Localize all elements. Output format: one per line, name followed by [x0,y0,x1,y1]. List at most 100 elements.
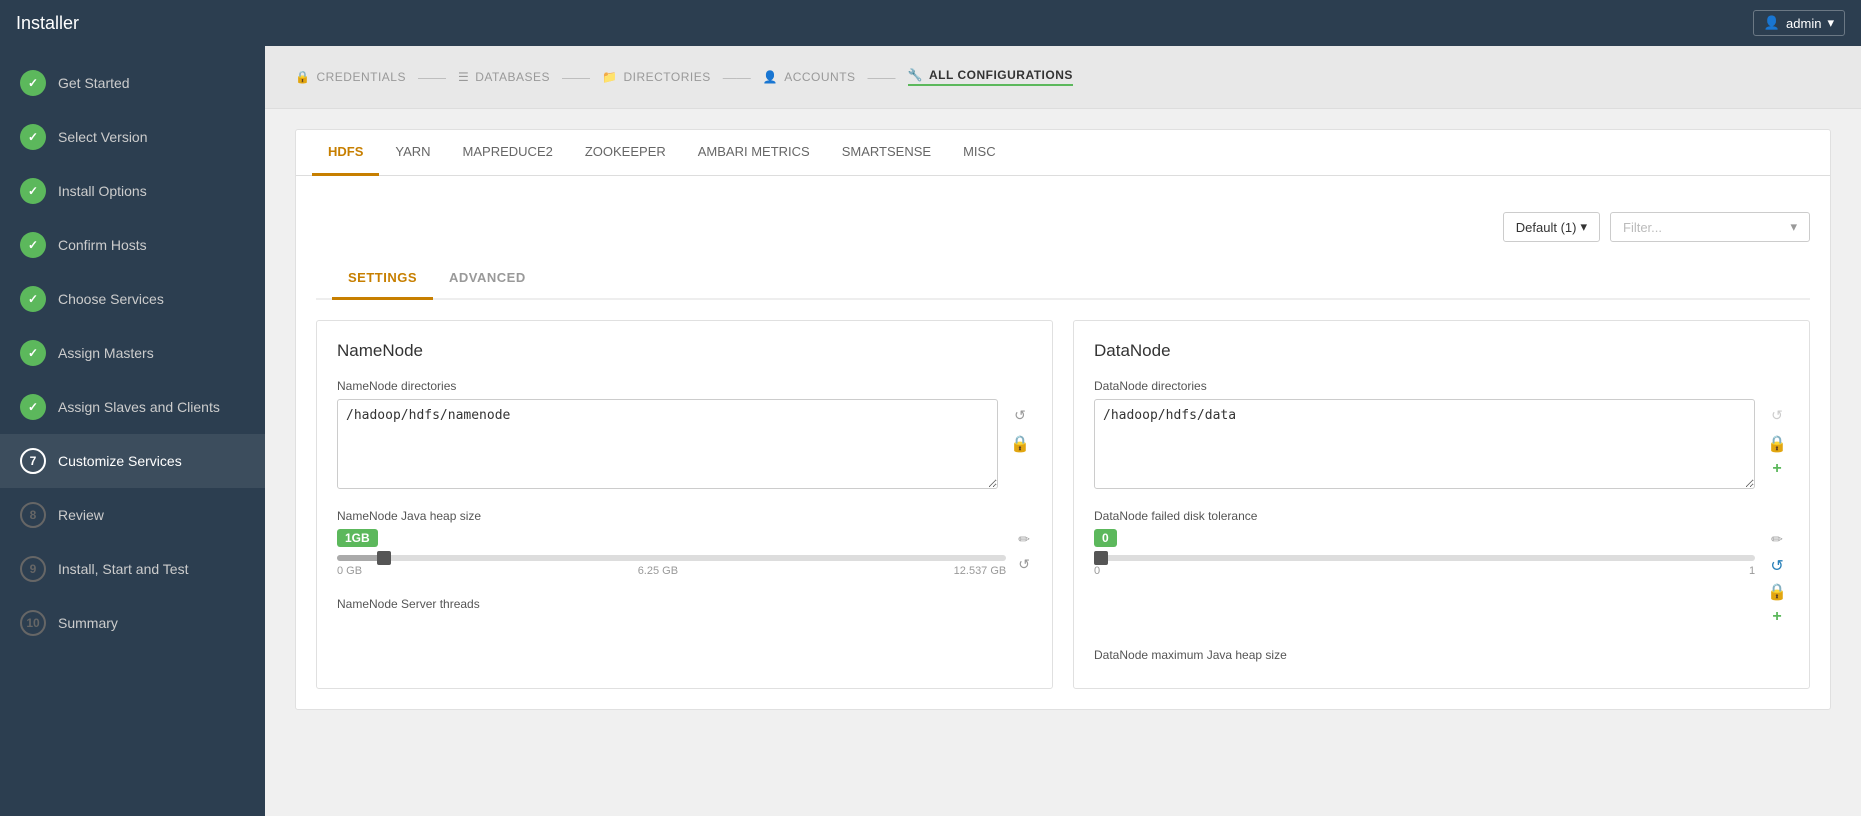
content-area: HDFS YARN MAPREDUCE2 ZOOKEEPER AMBARI ME… [265,109,1861,730]
group-dropdown-label: Default (1) [1516,220,1577,235]
step-circle-customize-services: 7 [20,448,46,474]
namenode-heap-badge: 1GB [337,529,378,547]
datanode-dir-actions: ↺ 🔒 + [1765,399,1789,480]
datanode-disk-thumb[interactable] [1094,551,1108,565]
tab-mapreduce2[interactable]: MAPREDUCE2 [447,130,569,176]
namenode-heap-controls: ✏ ↺ [1016,529,1032,575]
sidebar-label-review: Review [58,507,104,523]
step-circle-choose-services: ✓ [20,286,46,312]
sidebar-label-assign-masters: Assign Masters [58,345,154,361]
namenode-dir-lock-button[interactable]: 🔒 [1008,432,1032,456]
breadcrumb-directories[interactable]: 📁 DIRECTORIES [602,70,711,84]
controls-row: Default (1) ▾ Filter... ▾ [316,212,1810,242]
tab-smartsense-label: SMARTSENSE [842,144,931,159]
datanode-disk-badge: 0 [1094,529,1117,547]
tab-settings-label: SETTINGS [348,270,417,285]
datanode-card: DataNode DataNode directories ↺ 🔒 + [1073,320,1810,689]
tab-ambari-metrics[interactable]: AMBARI METRICS [682,130,826,176]
tab-zookeeper[interactable]: ZOOKEEPER [569,130,682,176]
sidebar-item-review[interactable]: 8 Review [0,488,265,542]
filter-input-wrapper[interactable]: Filter... ▾ [1610,212,1810,242]
namenode-dir-textarea[interactable] [337,399,998,489]
namenode-heap-mid: 6.25 GB [638,565,678,577]
sidebar-item-summary[interactable]: 10 Summary [0,596,265,650]
group-dropdown[interactable]: Default (1) ▾ [1503,212,1600,242]
chevron-down-icon-filter: ▾ [1790,219,1797,235]
sidebar-item-install-start-test[interactable]: 9 Install, Start and Test [0,542,265,596]
directories-icon: 📁 [602,70,617,84]
namenode-threads-label: NameNode Server threads [337,597,1032,611]
tab-content-wrapper: HDFS YARN MAPREDUCE2 ZOOKEEPER AMBARI ME… [295,129,1831,710]
step-circle-assign-slaves: ✓ [20,394,46,420]
sidebar-item-get-started[interactable]: ✓ Get Started [0,56,265,110]
tab-smartsense[interactable]: SMARTSENSE [826,130,947,176]
step-circle-review: 8 [20,502,46,528]
breadcrumb-directories-label: DIRECTORIES [623,70,710,84]
namenode-heap-label: NameNode Java heap size [337,509,1032,523]
sidebar-item-install-options[interactable]: ✓ Install Options [0,164,265,218]
tab-zookeeper-label: ZOOKEEPER [585,144,666,159]
datanode-dir-lock-button[interactable]: 🔒 [1765,432,1789,456]
sidebar-item-assign-masters[interactable]: ✓ Assign Masters [0,326,265,380]
namenode-dir-label: NameNode directories [337,379,1032,393]
step-circle-assign-masters: ✓ [20,340,46,366]
namenode-heap-refresh-button[interactable]: ↺ [1016,554,1032,575]
user-label: admin [1786,16,1821,31]
filter-placeholder: Filter... [1623,220,1662,235]
tab-yarn[interactable]: YARN [379,130,446,176]
step-circle-confirm-hosts: ✓ [20,232,46,258]
datanode-disk-track[interactable] [1094,555,1755,561]
datanode-dir-plus-button[interactable]: + [1765,458,1789,480]
breadcrumb-credentials[interactable]: 🔒 CREDENTIALS [295,70,406,84]
tab-hdfs[interactable]: HDFS [312,130,379,176]
chevron-down-icon: ▾ [1580,219,1587,235]
config-tabs: SETTINGS ADVANCED [316,258,1810,300]
tab-misc-label: MISC [963,144,996,159]
chevron-down-icon: ▾ [1827,15,1834,31]
namenode-heap-row: 1GB 0 GB 6.25 GB 12.537 G [337,529,1032,577]
datanode-disk-edit-button[interactable]: ✏ [1765,529,1789,550]
namenode-heap-min: 0 GB [337,565,362,577]
namenode-dir-refresh-button[interactable]: ↺ [1008,405,1032,426]
sidebar-item-customize-services[interactable]: 7 Customize Services [0,434,265,488]
namenode-heap-scale: 0 GB 6.25 GB 12.537 GB [337,565,1006,577]
sidebar-label-select-version: Select Version [58,129,148,145]
datanode-disk-plus-button[interactable]: + [1765,606,1789,628]
datanode-dir-textarea[interactable] [1094,399,1755,489]
databases-icon: ☰ [458,70,469,84]
tab-misc[interactable]: MISC [947,130,1012,176]
namenode-card: NameNode NameNode directories ↺ 🔒 N [316,320,1053,689]
sidebar-item-assign-slaves[interactable]: ✓ Assign Slaves and Clients [0,380,265,434]
datanode-disk-max: 1 [1749,565,1755,577]
all-config-icon: 🔧 [908,68,923,82]
lock-icon: 🔒 [295,70,310,84]
namenode-heap-max: 12.537 GB [954,565,1007,577]
sidebar-item-select-version[interactable]: ✓ Select Version [0,110,265,164]
namenode-heap-track[interactable] [337,555,1006,561]
step-circle-install-start-test: 9 [20,556,46,582]
separator-4: —— [868,69,896,85]
step-circle-install-options: ✓ [20,178,46,204]
namenode-dir-row: ↺ 🔒 [337,399,1032,489]
tab-advanced[interactable]: ADVANCED [433,258,542,300]
tab-settings[interactable]: SETTINGS [332,258,433,300]
datanode-dir-refresh-button[interactable]: ↺ [1765,405,1789,426]
namenode-dir-actions: ↺ 🔒 [1008,399,1032,456]
main-content: 🔒 CREDENTIALS —— ☰ DATABASES —— 📁 DIRECT… [265,46,1861,816]
breadcrumb-accounts[interactable]: 👤 ACCOUNTS [763,70,856,84]
namenode-heap-section: NameNode Java heap size 1GB [337,509,1032,577]
user-menu[interactable]: 👤 admin ▾ [1753,10,1845,36]
breadcrumb-databases[interactable]: ☰ DATABASES [458,70,550,84]
breadcrumb-all-configurations[interactable]: 🔧 ALL CONFIGURATIONS [908,68,1073,86]
step-circle-select-version: ✓ [20,124,46,150]
separator-1: —— [418,69,446,85]
namenode-heap-thumb[interactable] [377,551,391,565]
breadcrumb-accounts-label: ACCOUNTS [784,70,855,84]
sidebar-label-summary: Summary [58,615,118,631]
namenode-heap-edit-button[interactable]: ✏ [1016,529,1032,550]
sidebar-item-confirm-hosts[interactable]: ✓ Confirm Hosts [0,218,265,272]
datanode-disk-controls: ✏ ↺ 🔒 + [1765,529,1789,628]
datanode-disk-refresh-button[interactable]: ↺ [1765,554,1789,578]
datanode-disk-lock-button[interactable]: 🔒 [1765,580,1789,604]
sidebar-item-choose-services[interactable]: ✓ Choose Services [0,272,265,326]
